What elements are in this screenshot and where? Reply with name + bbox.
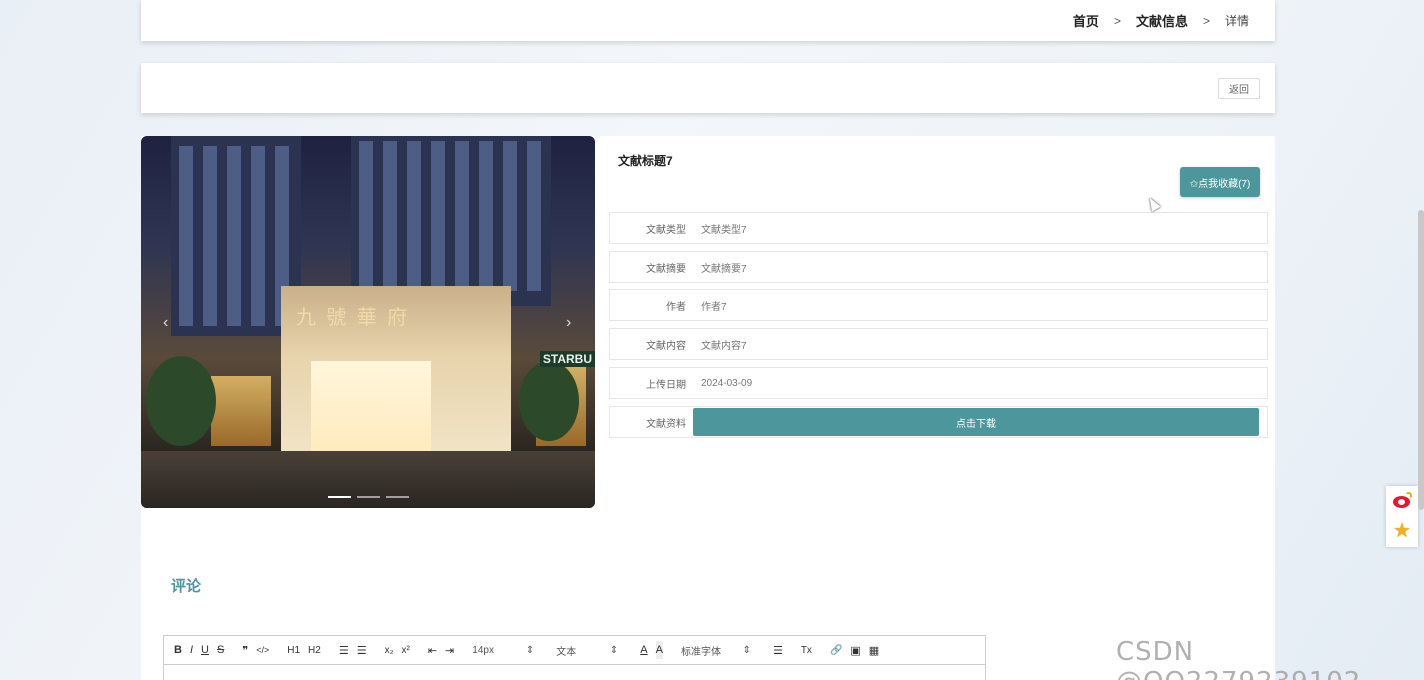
video-icon[interactable]: ▦	[869, 641, 879, 659]
shop-sign: STARBU	[539, 351, 595, 367]
indent-icon[interactable]: ⇥	[445, 641, 454, 659]
underline-button[interactable]: U	[201, 641, 209, 659]
document-title: 文献标题7	[618, 154, 673, 168]
field-label: 文献摘要	[646, 263, 686, 275]
quote-icon[interactable]: ❞	[242, 641, 248, 659]
h1-button[interactable]: H1	[287, 641, 300, 659]
breadcrumb-home[interactable]: 首页	[1073, 11, 1099, 30]
building-windows	[359, 141, 544, 291]
weibo-icon-wave	[1405, 492, 1412, 500]
field-label: 文献内容	[646, 340, 686, 352]
bold-button[interactable]: B	[174, 641, 182, 659]
select-arrow-icon: ⇕	[609, 644, 619, 656]
text-type-value: 文本	[556, 646, 577, 658]
field-label: 文献类型	[646, 224, 686, 236]
field-label: 作者	[666, 301, 686, 313]
carousel-dot[interactable]	[357, 496, 380, 498]
comments-section: 评论 B I U S ❞ </> H1 H2 ☰ ☰ x₂ x² ⇤ ⇥ 14p…	[141, 553, 1275, 680]
building-windows	[179, 146, 294, 326]
field-label: 上传日期	[646, 379, 686, 391]
field-value: 文献摘要7	[701, 263, 747, 275]
share-tools: ★	[1386, 486, 1418, 547]
shop-front	[211, 376, 271, 446]
breadcrumb-separator: >	[1113, 13, 1121, 28]
carousel-next-button[interactable]: ›	[566, 314, 571, 332]
superscript-button[interactable]: x²	[401, 641, 409, 659]
carousel-dot[interactable]	[386, 496, 409, 498]
field-row-date: 上传日期 2024-03-09	[609, 367, 1268, 399]
font-size-value: 14px	[472, 644, 494, 656]
breadcrumb-bar: 首页 > 文献信息 > 详情	[141, 0, 1275, 41]
watermark: CSDN @QQ2279239102	[1116, 637, 1360, 680]
italic-button[interactable]: I	[190, 641, 193, 659]
font-family-select[interactable]: 标准字体 ⇕	[681, 643, 751, 658]
font-color-icon[interactable]: A	[640, 641, 647, 659]
text-type-select[interactable]: 文本 ⇕	[556, 643, 618, 658]
background-color-icon[interactable]: A	[655, 641, 663, 659]
field-value: 文献类型7	[701, 224, 747, 236]
tree	[519, 361, 579, 441]
back-button[interactable]: 返回	[1218, 78, 1260, 99]
field-row-content: 文献内容 文献内容7	[609, 328, 1268, 360]
clear-format-icon[interactable]: Tx	[801, 641, 812, 659]
breadcrumb-section[interactable]: 文献信息	[1136, 11, 1188, 30]
field-row-file: 文献资料 点击下载	[609, 406, 1268, 438]
detail-panel: 九 號 華 府 STARBU ‹ › 文献标题7 ✩点我收藏(7) 文献类型 文…	[141, 136, 1275, 553]
tree	[146, 356, 216, 446]
bullet-list-icon[interactable]: ☰	[357, 641, 367, 659]
select-arrow-icon: ⇕	[525, 644, 535, 656]
scrollbar-thumb[interactable]	[1418, 210, 1424, 510]
outdent-icon[interactable]: ⇤	[428, 641, 437, 659]
carousel-indicators	[328, 496, 409, 498]
code-icon[interactable]: </>	[256, 641, 269, 659]
weibo-icon[interactable]	[1392, 492, 1412, 509]
carousel-dot[interactable]	[328, 496, 351, 498]
font-size-select[interactable]: 14px ⇕	[472, 645, 534, 656]
field-value: 文献内容7	[701, 340, 747, 352]
breadcrumb-separator: >	[1202, 13, 1210, 28]
breadcrumb-current: 详情	[1224, 14, 1249, 28]
building-sign: 九 號 華 府	[296, 305, 410, 329]
image-icon[interactable]: ▣	[850, 641, 860, 659]
star-icon[interactable]: ★	[1393, 521, 1411, 541]
h2-button[interactable]: H2	[308, 641, 321, 659]
field-value: 2024-03-09	[701, 377, 753, 389]
align-icon[interactable]: ☰	[773, 641, 783, 659]
ordered-list-icon[interactable]: ☰	[339, 641, 349, 659]
image-carousel[interactable]: 九 號 華 府 STARBU ‹ ›	[141, 136, 595, 508]
carousel-prev-button[interactable]: ‹	[163, 314, 168, 332]
comments-title: 评论	[171, 578, 202, 595]
select-arrow-icon: ⇕	[742, 644, 751, 656]
field-row-author: 作者 作者7	[609, 289, 1268, 321]
street	[141, 451, 595, 508]
favorite-button[interactable]: ✩点我收藏(7)	[1180, 167, 1260, 197]
font-family-value: 标准字体	[680, 646, 721, 658]
editor-toolbar: B I U S ❞ </> H1 H2 ☰ ☰ x₂ x² ⇤ ⇥ 14px ⇕…	[163, 635, 986, 665]
field-row-type: 文献类型 文献类型7	[609, 212, 1268, 244]
strike-button[interactable]: S	[217, 641, 224, 659]
field-label: 文献资料	[646, 418, 686, 430]
field-row-abstract: 文献摘要 文献摘要7	[609, 251, 1268, 283]
action-bar: 返回	[141, 63, 1275, 113]
subscript-button[interactable]: x₂	[385, 641, 394, 659]
link-icon[interactable]: 🔗	[830, 641, 842, 659]
comment-editor[interactable]	[163, 665, 986, 680]
download-button[interactable]: 点击下载	[693, 408, 1259, 436]
field-value: 作者7	[701, 301, 727, 313]
